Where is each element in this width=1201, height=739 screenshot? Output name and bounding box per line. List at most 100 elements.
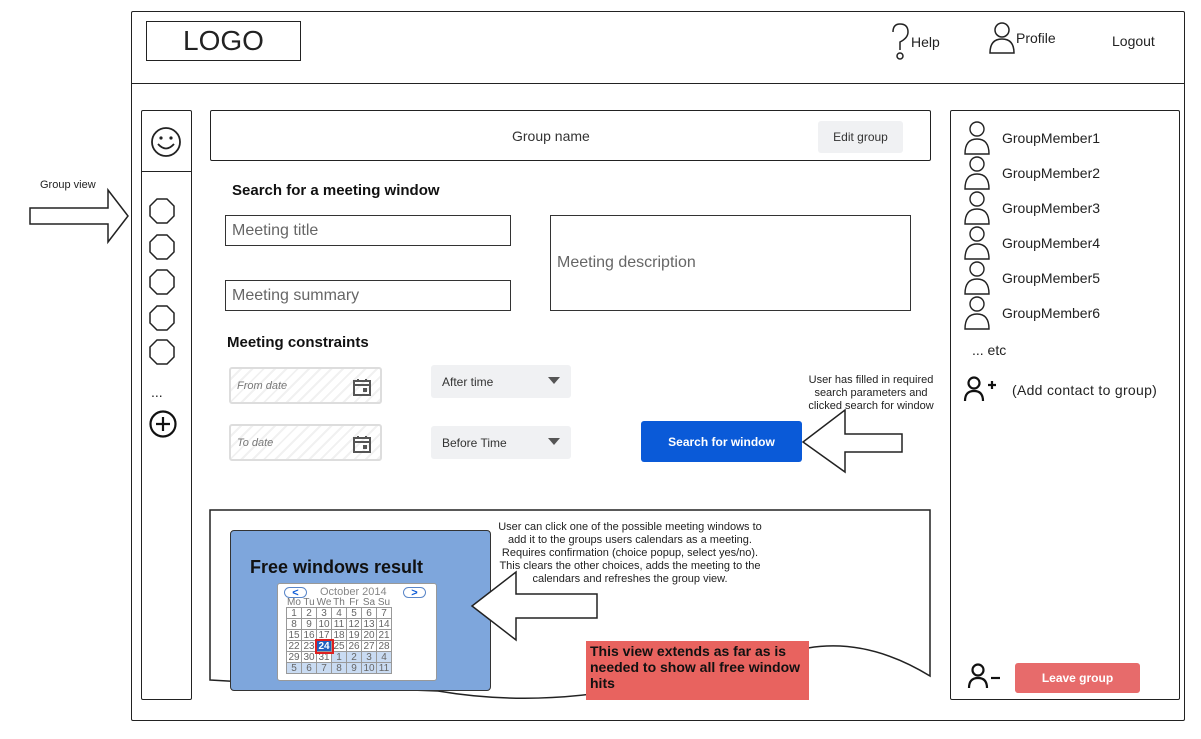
calendar-day[interactable]: 18 [331,629,347,641]
calendar-day[interactable]: 27 [361,640,377,652]
calendar-day[interactable]: 11 [331,618,347,630]
group-name: Group name [512,128,590,144]
calendar-day[interactable]: 16 [301,629,317,641]
calendar-day[interactable]: 5 [286,662,302,674]
results-panel: Free windows result < October 2014 > Mo T… [230,530,491,691]
calendar-day[interactable]: 13 [361,618,377,630]
calendar-day[interactable]: 25 [331,640,347,652]
add-group-icon[interactable] [148,409,178,439]
group-icon[interactable] [149,269,175,295]
profile-label: Profile [1016,30,1056,46]
help-icon [892,23,909,60]
member-name: GroupMember6 [1002,304,1101,321]
meeting-summary-input[interactable]: Meeting summary [225,280,511,311]
sidebar-divider [141,171,192,172]
logout-link[interactable]: Logout [1112,33,1155,49]
calendar-day[interactable]: 10 [361,662,377,674]
weekday-label: Fr [349,597,359,608]
sidebar-more: ... [151,384,163,400]
user-icon [964,121,990,155]
calendar: < October 2014 > Mo Tu We Th Fr Sa Su 12345678… [277,583,437,681]
calendar-day[interactable]: 4 [376,651,392,663]
to-date-picker[interactable]: To date [229,424,382,461]
member-item[interactable]: GroupMember3 [963,190,1100,225]
after-time-select[interactable]: After time [431,365,571,398]
calendar-day[interactable]: 6 [361,607,377,619]
calendar-day[interactable]: 21 [376,629,392,641]
calendar-day[interactable]: 22 [286,640,302,652]
meeting-description-input[interactable]: Meeting description [550,215,911,311]
calendar-day[interactable]: 6 [301,662,317,674]
weekday-label: Sa [362,597,376,608]
calendar-day[interactable]: 7 [316,662,332,674]
members-etc: ... etc [972,342,1007,358]
calendar-day[interactable]: 17 [316,629,332,641]
calendar-day[interactable]: 19 [346,629,362,641]
calendar-day[interactable]: 26 [346,640,362,652]
calendar-day[interactable]: 9 [346,662,362,674]
calendar-day[interactable]: 9 [301,618,317,630]
calendar-day[interactable]: 5 [346,607,362,619]
calendar-day[interactable]: 29 [286,651,302,663]
calendar-day[interactable]: 8 [286,618,302,630]
member-item[interactable]: GroupMember6 [963,295,1100,330]
member-item[interactable]: GroupMember2 [963,155,1100,190]
user-icon [964,191,990,225]
calendar-day[interactable]: 2 [301,607,317,619]
from-date-label: From date [237,379,288,392]
calendar-day[interactable]: 14 [376,618,392,630]
before-time-select[interactable]: Before Time [431,426,571,459]
member-item[interactable]: GroupMember5 [963,260,1100,295]
user-icon [964,261,990,295]
after-time-label: After time [442,374,494,389]
smiley-icon[interactable] [150,126,182,158]
calendar-day[interactable]: 24 [314,638,334,654]
calendar-day[interactable]: 1 [331,651,347,663]
weekday-label: Tu [303,597,315,608]
edit-group-button[interactable]: Edit group [818,121,903,153]
calendar-day[interactable]: 23 [301,640,317,652]
add-contact-button[interactable]: (Add contact to group) [962,372,1177,408]
help-link[interactable]: Help [889,22,949,62]
calendar-day[interactable]: 1 [286,607,302,619]
calendar-day[interactable]: 20 [361,629,377,641]
calendar-day[interactable]: 2 [346,651,362,663]
calendar-day[interactable]: 12 [346,618,362,630]
weekday-label: Mo [287,597,301,608]
leave-group-button[interactable]: Leave group [1015,663,1140,693]
calendar-day[interactable]: 31 [316,651,332,663]
calendar-day[interactable]: 8 [331,662,347,674]
remove-user-icon[interactable] [966,662,1002,692]
from-date-picker[interactable]: From date [229,367,382,404]
calendar-day[interactable]: 30 [301,651,317,663]
group-icon[interactable] [149,305,175,331]
calendar-day[interactable]: 3 [316,607,332,619]
weekday-label: Th [333,597,345,608]
chevron-down-icon [548,438,560,445]
logo: LOGO [146,21,301,61]
group-icon[interactable] [149,339,175,365]
calendar-day[interactable]: 15 [286,629,302,641]
search-arrow [801,408,903,474]
search-window-button[interactable]: Search for window [641,421,802,462]
member-item[interactable]: GroupMember1 [963,120,1100,155]
group-icon[interactable] [149,198,175,224]
weekday-label: We [316,597,332,608]
calendar-day[interactable]: 28 [376,640,392,652]
profile-link[interactable]: Profile [988,21,1068,55]
help-label: Help [911,34,940,50]
calendar-day[interactable]: 3 [361,651,377,663]
group-view-arrow [29,187,129,245]
add-user-icon [963,376,996,402]
to-date-label: To date [237,436,274,449]
next-month-button[interactable]: > [403,587,426,599]
calendar-day[interactable]: 10 [316,618,332,630]
calendar-icon [353,436,371,453]
meeting-title-input[interactable]: Meeting title [225,215,511,246]
member-name: GroupMember3 [1002,199,1101,216]
member-item[interactable]: GroupMember4 [963,225,1100,260]
calendar-day[interactable]: 7 [376,607,392,619]
calendar-day[interactable]: 4 [331,607,347,619]
calendar-day[interactable]: 11 [376,662,392,674]
group-icon[interactable] [149,234,175,260]
